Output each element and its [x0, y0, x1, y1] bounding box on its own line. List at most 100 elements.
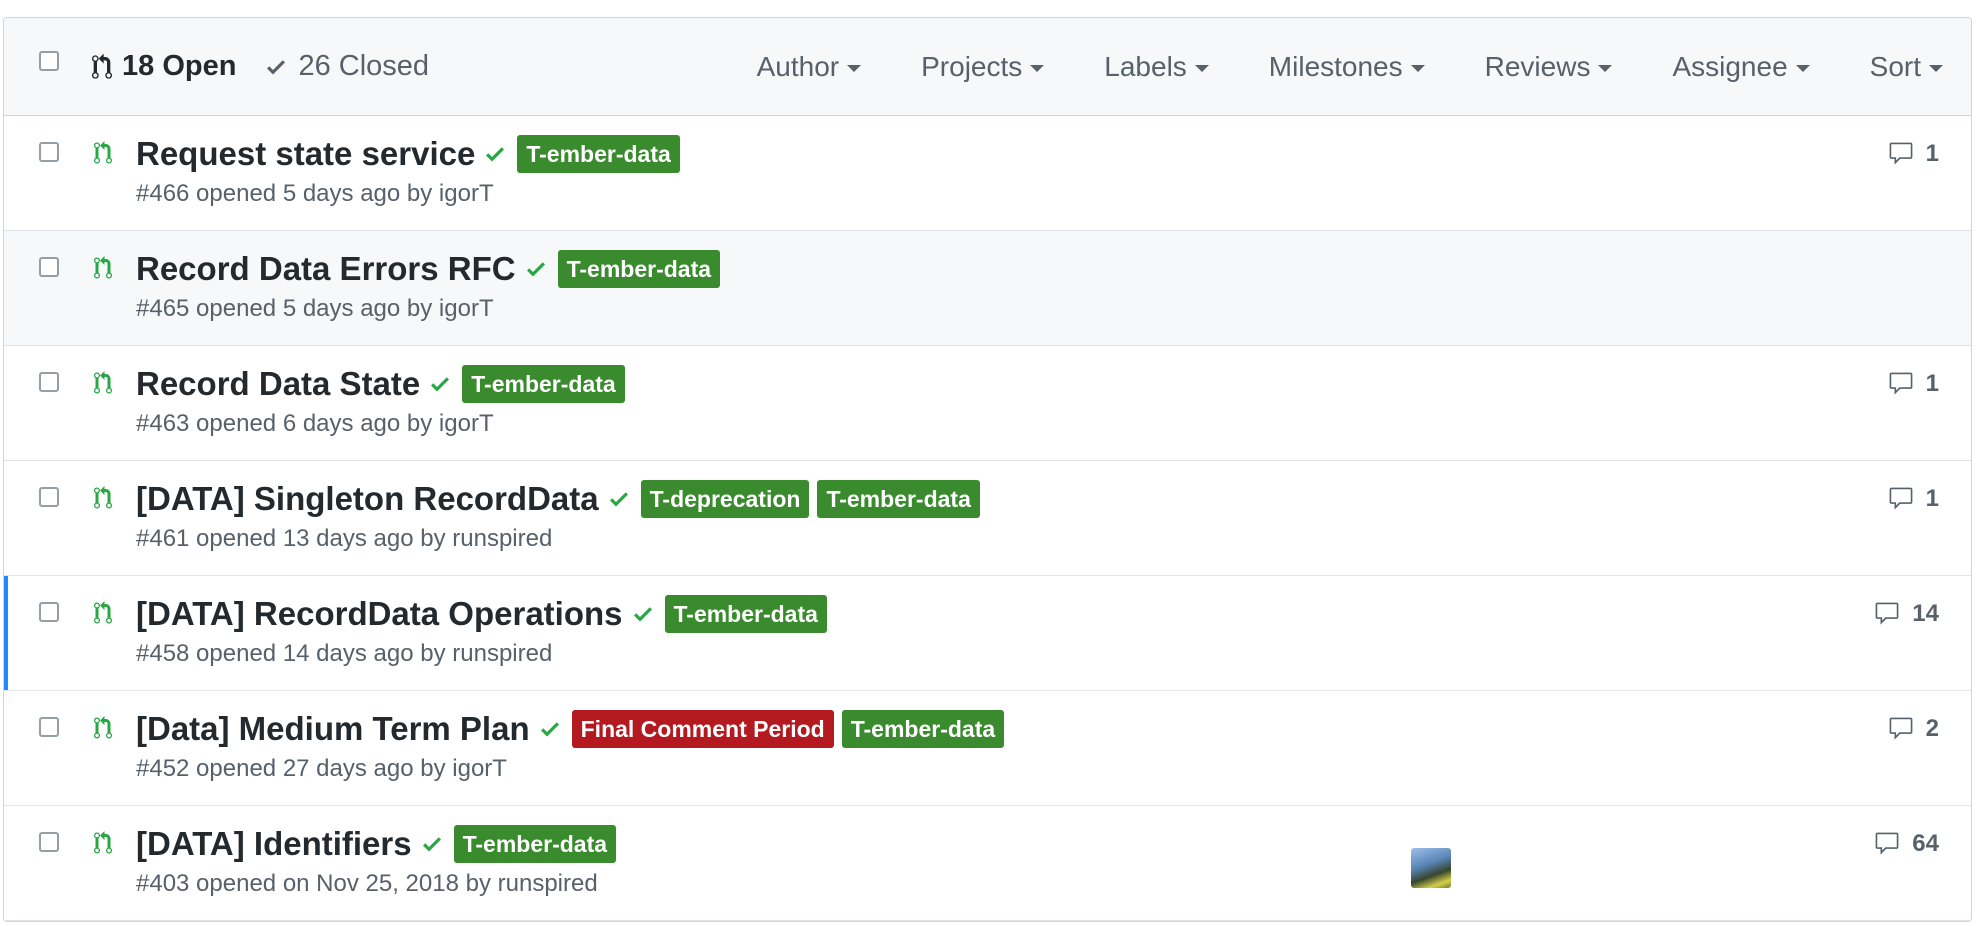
pull-request-rows: Request state service T-ember-data #466 op… — [4, 116, 1971, 921]
row-checkbox[interactable] — [39, 257, 59, 277]
label-badge[interactable]: T-ember-data — [841, 710, 1005, 748]
comment-count[interactable]: 14 — [1872, 600, 1939, 628]
caret-down-icon — [1410, 64, 1425, 72]
projects-filter[interactable]: Projects — [921, 50, 1045, 83]
check-icon[interactable] — [631, 602, 655, 626]
pull-request-title[interactable]: [Data] Medium Term Plan — [136, 710, 530, 748]
filter-label: Milestones — [1268, 50, 1403, 82]
pull-request-title[interactable]: Request state service — [136, 135, 475, 173]
label-badge[interactable]: T-ember-data — [462, 365, 625, 403]
check-icon[interactable] — [420, 832, 444, 856]
pull-request-icon — [92, 53, 112, 79]
sort-filter[interactable]: Sort — [1870, 51, 1943, 83]
comment-count[interactable]: 2 — [1886, 715, 1939, 743]
comment-count-label: 14 — [1912, 600, 1939, 627]
reviews-filter[interactable]: Reviews — [1485, 51, 1613, 83]
pull-request-meta: #466 opened 5 days ago by igorT — [136, 180, 494, 207]
assignee-filter[interactable]: Assignee — [1672, 50, 1810, 83]
milestones-filter[interactable]: Milestones — [1269, 51, 1425, 83]
row-checkbox[interactable] — [39, 487, 59, 507]
check-icon[interactable] — [428, 372, 452, 396]
title-line: Record Data Errors RFC T-ember-data — [136, 247, 1821, 291]
pull-request-title[interactable]: [DATA] Identifiers — [136, 825, 412, 863]
row-checkbox[interactable] — [39, 717, 59, 737]
row-content: [DATA] Identifiers T-ember-data #403 opene… — [136, 822, 1821, 898]
caret-down-icon — [1795, 64, 1810, 72]
check-icon[interactable] — [538, 717, 562, 741]
caret-down-icon — [1929, 64, 1943, 72]
pull-request-meta: #403 opened on Nov 25, 2018 by runspired — [136, 870, 598, 897]
check-icon[interactable] — [483, 142, 507, 166]
label-badge[interactable]: T-ember-data — [664, 595, 827, 633]
comment-icon — [1886, 716, 1926, 742]
title-line: [DATA] Identifiers T-ember-data — [136, 822, 1821, 866]
comment-icon — [1886, 486, 1926, 512]
caret-down-icon — [847, 64, 862, 72]
author-filter[interactable]: Author — [757, 51, 862, 83]
comment-count-label: 1 — [1925, 485, 1939, 512]
row-checkbox[interactable] — [39, 372, 59, 392]
labels-filter[interactable]: Labels — [1104, 51, 1209, 83]
label-badge[interactable]: T-ember-data — [817, 480, 980, 518]
caret-down-icon — [1598, 64, 1613, 72]
check-icon[interactable] — [607, 487, 631, 511]
pull-request-title[interactable]: Record Data State — [136, 365, 420, 403]
closed-count-label: 26 Closed — [298, 50, 430, 82]
row-content: [Data] Medium Term Plan Final Comment Per… — [136, 707, 1821, 783]
comment-count-label: 1 — [1925, 140, 1939, 167]
pull-request-title[interactable]: [DATA] Singleton RecordData — [136, 480, 599, 518]
pull-request-icon — [94, 485, 112, 516]
row-content: Request state service T-ember-data #466 op… — [136, 132, 1821, 208]
title-line: Record Data State T-ember-data — [136, 362, 1821, 406]
table-row[interactable]: Request state service T-ember-data #466 op… — [4, 116, 1971, 231]
closed-filter[interactable]: 26 Closed — [264, 50, 429, 83]
filter-label: Reviews — [1484, 50, 1591, 82]
comment-count[interactable]: 1 — [1886, 140, 1939, 168]
pull-request-list: 18 Open 26 Closed Author Projects Labels… — [3, 17, 1972, 922]
row-checkbox[interactable] — [39, 142, 59, 162]
comment-count[interactable]: 1 — [1886, 485, 1939, 513]
title-line: [Data] Medium Term Plan Final Comment Per… — [136, 707, 1821, 751]
row-checkbox[interactable] — [39, 832, 59, 852]
row-checkbox[interactable] — [39, 602, 59, 622]
filter-label: Assignee — [1672, 50, 1788, 82]
label-badge[interactable]: T-ember-data — [557, 250, 721, 288]
table-row[interactable]: Record Data State T-ember-data #463 opened… — [4, 346, 1971, 461]
caret-down-icon — [1030, 64, 1045, 72]
pull-request-title[interactable]: Record Data Errors RFC — [136, 250, 516, 288]
pull-request-title[interactable]: [DATA] RecordData Operations — [136, 595, 623, 633]
pull-request-icon — [94, 600, 112, 631]
filter-bar: Author Projects Labels Milestones Review… — [697, 18, 1943, 115]
table-row[interactable]: Record Data Errors RFC T-ember-data #465 o… — [4, 231, 1971, 346]
list-header: 18 Open 26 Closed Author Projects Labels… — [4, 18, 1971, 116]
select-all-checkbox[interactable] — [39, 51, 59, 71]
comment-icon — [1872, 831, 1912, 857]
pull-request-meta: #461 opened 13 days ago by runspired — [136, 525, 553, 552]
comment-icon — [1886, 371, 1926, 397]
label-badge[interactable]: Final Comment Period — [571, 710, 834, 748]
comment-count-label: 1 — [1925, 370, 1939, 397]
pull-request-icon — [94, 715, 112, 746]
pull-request-meta: #463 opened 6 days ago by igorT — [136, 410, 494, 437]
pull-request-meta: #458 opened 14 days ago by runspired — [136, 640, 553, 667]
check-icon[interactable] — [524, 257, 548, 281]
comment-count[interactable]: 64 — [1872, 830, 1939, 858]
state-toggles: 18 Open 26 Closed — [92, 18, 457, 115]
comment-count[interactable]: 1 — [1886, 370, 1939, 398]
label-badge[interactable]: T-ember-data — [517, 135, 680, 173]
filter-label: Author — [756, 50, 840, 82]
table-row[interactable]: [DATA] Singleton RecordData T-deprecation… — [4, 461, 1971, 576]
pull-request-icon — [94, 255, 112, 286]
table-row[interactable]: [Data] Medium Term Plan Final Comment Per… — [4, 691, 1971, 806]
label-badge[interactable]: T-deprecation — [640, 480, 810, 518]
open-filter[interactable]: 18 Open — [92, 50, 236, 83]
table-row[interactable]: [DATA] RecordData Operations T-ember-data… — [4, 576, 1971, 691]
table-row[interactable]: [DATA] Identifiers T-ember-data #403 opene… — [4, 806, 1971, 921]
filter-label: Projects — [921, 50, 1023, 82]
label-badge[interactable]: T-ember-data — [453, 825, 617, 863]
comment-count-label: 64 — [1912, 830, 1939, 857]
comment-icon — [1872, 601, 1912, 627]
open-count-label: 18 Open — [122, 50, 237, 82]
avatar[interactable] — [1411, 848, 1451, 888]
pull-request-icon — [94, 140, 112, 171]
